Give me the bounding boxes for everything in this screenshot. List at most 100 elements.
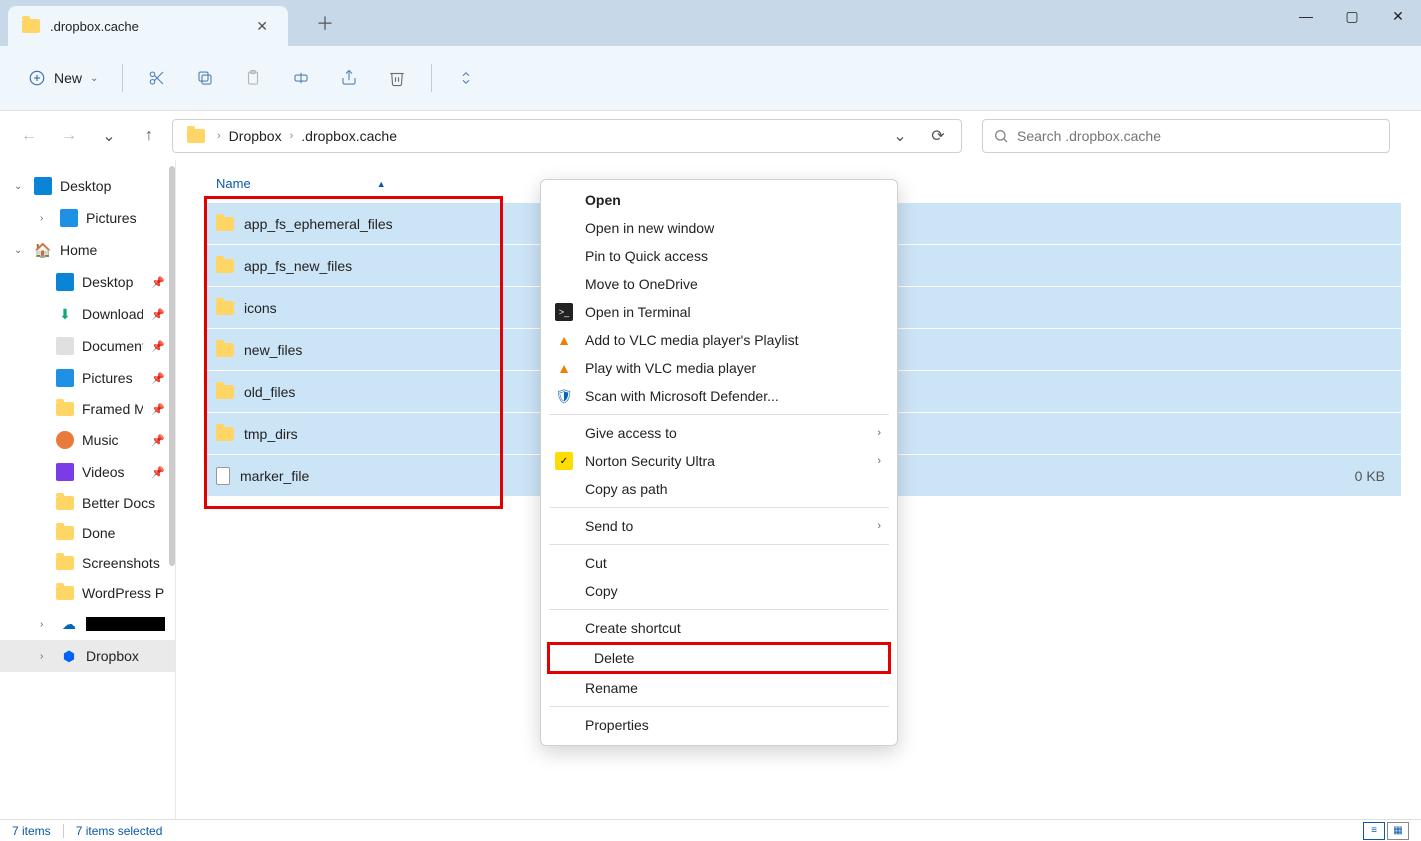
recent-button[interactable]: ⌄: [92, 119, 126, 153]
chevron-right-icon: ›: [877, 520, 881, 532]
sidebar-item[interactable]: Pictures📌: [0, 362, 175, 394]
new-tab-button[interactable]: ＋: [308, 6, 342, 40]
breadcrumb[interactable]: › Dropbox › .dropbox.cache ⌄ ⟳: [172, 119, 962, 153]
search-box[interactable]: [982, 119, 1390, 153]
tab-close-button[interactable]: ✕: [250, 14, 274, 39]
close-button[interactable]: ✕: [1375, 0, 1421, 32]
chevron-right-icon: ›: [40, 651, 52, 662]
cm-add-vlc-playlist[interactable]: ▲Add to VLC media player's Playlist: [541, 326, 897, 354]
rename-button[interactable]: [279, 58, 323, 98]
sort-asc-icon: ▲: [377, 179, 386, 189]
pin-icon: 📌: [151, 466, 165, 479]
cm-open[interactable]: Open: [541, 186, 897, 214]
cm-send-to[interactable]: Send to›: [541, 512, 897, 540]
norton-icon: ✓: [555, 452, 573, 470]
cm-pin-quick-access[interactable]: Pin to Quick access: [541, 242, 897, 270]
up-button[interactable]: ↑: [132, 119, 166, 153]
minimize-button[interactable]: —: [1283, 0, 1329, 32]
sidebar: ⌄ Desktop › Pictures ⌄ 🏠 Home Desktop📌 ⬇…: [0, 160, 176, 819]
cm-delete[interactable]: Delete: [547, 642, 891, 674]
terminal-icon: >_: [555, 303, 573, 321]
sidebar-item[interactable]: Desktop📌: [0, 266, 175, 298]
cm-copy-as-path[interactable]: Copy as path: [541, 475, 897, 503]
search-input[interactable]: [1017, 128, 1379, 144]
share-button[interactable]: [327, 58, 371, 98]
separator: [549, 507, 889, 508]
pin-icon: 📌: [151, 372, 165, 385]
folder-icon: [187, 129, 205, 143]
cm-create-shortcut[interactable]: Create shortcut: [541, 614, 897, 642]
cm-open-new-window[interactable]: Open in new window: [541, 214, 897, 242]
titlebar: .dropbox.cache ✕ ＋ — ▢ ✕: [0, 0, 1421, 46]
cm-norton[interactable]: ✓Norton Security Ultra›: [541, 447, 897, 475]
window-controls: — ▢ ✕: [1283, 0, 1421, 32]
folder-icon: [216, 301, 234, 315]
cm-copy[interactable]: Copy: [541, 577, 897, 605]
sidebar-item[interactable]: Done: [0, 518, 175, 548]
sidebar-item-desktop[interactable]: ⌄ Desktop: [0, 170, 175, 202]
cm-play-vlc[interactable]: ▲Play with VLC media player: [541, 354, 897, 382]
new-label: New: [54, 70, 82, 86]
back-button[interactable]: ←: [12, 119, 46, 153]
sidebar-item-onedrive[interactable]: ›☁: [0, 608, 175, 640]
window-tab[interactable]: .dropbox.cache ✕: [8, 6, 288, 46]
chevron-down-icon: ⌄: [14, 245, 26, 256]
sidebar-item[interactable]: Better Docs: [0, 488, 175, 518]
new-button[interactable]: New ⌄: [16, 63, 110, 93]
history-dropdown[interactable]: ⌄: [883, 119, 917, 153]
clipboard-icon: [244, 69, 262, 87]
chevron-right-icon: ›: [877, 455, 881, 467]
sidebar-item[interactable]: Framed M📌: [0, 394, 175, 424]
cm-properties[interactable]: Properties: [541, 711, 897, 739]
breadcrumb-item[interactable]: Dropbox: [225, 128, 286, 144]
folder-icon: [216, 427, 234, 441]
folder-icon: [56, 496, 74, 510]
statusbar: 7 items 7 items selected ≡ ▦: [0, 819, 1421, 841]
icons-view-button[interactable]: ▦: [1387, 822, 1409, 840]
cm-open-terminal[interactable]: >_Open in Terminal: [541, 298, 897, 326]
cm-move-onedrive[interactable]: Move to OneDrive: [541, 270, 897, 298]
cm-rename[interactable]: Rename: [541, 674, 897, 702]
folder-icon: [216, 217, 234, 231]
sidebar-item[interactable]: Music📌: [0, 424, 175, 456]
search-icon: [993, 128, 1009, 144]
column-name[interactable]: Name ▲: [216, 176, 556, 191]
chevron-down-icon: ⌄: [90, 73, 98, 84]
sidebar-item[interactable]: Videos📌: [0, 456, 175, 488]
folder-icon: [56, 526, 74, 540]
view-toggles: ≡ ▦: [1363, 822, 1409, 840]
folder-icon: [56, 556, 74, 570]
cm-cut[interactable]: Cut: [541, 549, 897, 577]
delete-button[interactable]: [375, 58, 419, 98]
separator: [549, 706, 889, 707]
sidebar-item-dropbox[interactable]: ›⬢Dropbox: [0, 640, 175, 672]
tab-title: .dropbox.cache: [50, 19, 250, 34]
breadcrumb-item[interactable]: .dropbox.cache: [297, 128, 401, 144]
cm-scan-defender[interactable]: 🛡Scan with Microsoft Defender...: [541, 382, 897, 410]
cut-button[interactable]: [135, 58, 179, 98]
forward-button[interactable]: →: [52, 119, 86, 153]
share-icon: [340, 69, 358, 87]
sidebar-item[interactable]: Screenshots: [0, 548, 175, 578]
sidebar-item-pictures[interactable]: › Pictures: [0, 202, 175, 234]
maximize-button[interactable]: ▢: [1329, 0, 1375, 32]
music-icon: [56, 431, 74, 449]
sidebar-item-home[interactable]: ⌄ 🏠 Home: [0, 234, 175, 266]
sidebar-item[interactable]: ⬇Downloads📌: [0, 298, 175, 330]
status-item-count: 7 items: [12, 824, 51, 838]
separator: [431, 64, 432, 92]
sort-button[interactable]: [444, 58, 488, 98]
scrollbar[interactable]: [169, 166, 175, 566]
sidebar-item[interactable]: Documents📌: [0, 330, 175, 362]
chevron-right-icon: ›: [40, 213, 52, 224]
rename-icon: [292, 69, 310, 87]
cm-give-access[interactable]: Give access to›: [541, 419, 897, 447]
folder-icon: [216, 385, 234, 399]
paste-button[interactable]: [231, 58, 275, 98]
sidebar-item[interactable]: WordPress Pi: [0, 578, 175, 608]
refresh-button[interactable]: ⟳: [921, 119, 955, 153]
details-view-button[interactable]: ≡: [1363, 822, 1385, 840]
pin-icon: 📌: [151, 308, 165, 321]
copy-button[interactable]: [183, 58, 227, 98]
plus-circle-icon: [28, 69, 46, 87]
